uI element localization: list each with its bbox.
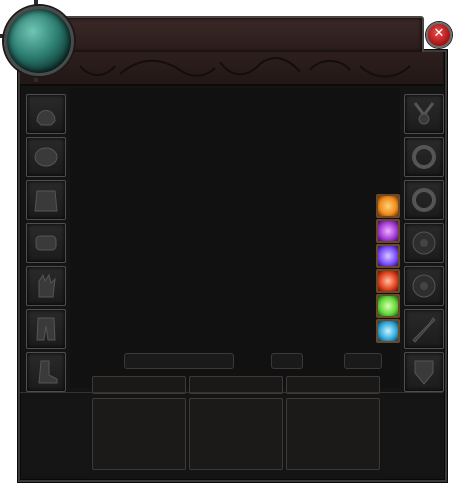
close-icon: ✕: [433, 26, 445, 41]
arcane-buff-icon[interactable]: [376, 219, 400, 243]
offhand-icon: [414, 360, 434, 385]
slot-chest[interactable]: [26, 180, 66, 220]
gloves-icon: [38, 273, 56, 298]
gem-socket-icon: [412, 274, 436, 298]
ring-icon: [412, 145, 436, 169]
pants-icon: [36, 317, 56, 341]
frost-buff-icon[interactable]: [376, 319, 400, 343]
boots-icon: [38, 360, 58, 384]
stat-panel-1: [92, 398, 186, 470]
slot-ring-1[interactable]: [404, 137, 444, 177]
slot-bracers[interactable]: [26, 223, 66, 263]
bracers-icon: [35, 235, 57, 251]
bottom-left-panel: [22, 398, 90, 474]
bottom-right-panel: [382, 398, 440, 474]
chest-armor-icon: [34, 190, 58, 212]
slot-boots[interactable]: [26, 352, 66, 392]
shoulders-icon: [34, 147, 58, 167]
close-button[interactable]: ✕: [426, 22, 452, 48]
gem-socket-icon: [412, 231, 436, 255]
slot-offhand[interactable]: [404, 352, 444, 392]
character-model-area: [70, 88, 400, 388]
stat-bar-1: [124, 353, 234, 369]
weapon-icon: [412, 317, 436, 343]
helmet-icon: [36, 110, 56, 126]
fire-buff-icon[interactable]: [376, 194, 400, 218]
stat-panel-2: [189, 398, 283, 470]
slot-amulet[interactable]: [404, 94, 444, 134]
slot-helmet[interactable]: [26, 94, 66, 134]
slot-pants[interactable]: [26, 309, 66, 349]
divider: [20, 392, 443, 393]
slot-ring-2[interactable]: [404, 180, 444, 220]
stat-panel-3: [286, 398, 380, 470]
title-bar[interactable]: [50, 16, 424, 54]
ring-icon: [412, 188, 436, 212]
flame-buff-icon[interactable]: [376, 269, 400, 293]
slot-gem-1[interactable]: [404, 223, 444, 263]
amulet-icon: [413, 102, 435, 125]
portrait-orb[interactable]: [4, 6, 74, 76]
energy-buff-icon[interactable]: [376, 244, 400, 268]
stat-bar-3: [344, 353, 382, 369]
slot-gem-2[interactable]: [404, 266, 444, 306]
ornament-banner: [20, 52, 443, 86]
slot-weapon[interactable]: [404, 309, 444, 349]
stat-bar-2: [271, 353, 303, 369]
skull-buff-icon[interactable]: [376, 294, 400, 318]
slot-gloves[interactable]: [26, 266, 66, 306]
slot-shoulders[interactable]: [26, 137, 66, 177]
